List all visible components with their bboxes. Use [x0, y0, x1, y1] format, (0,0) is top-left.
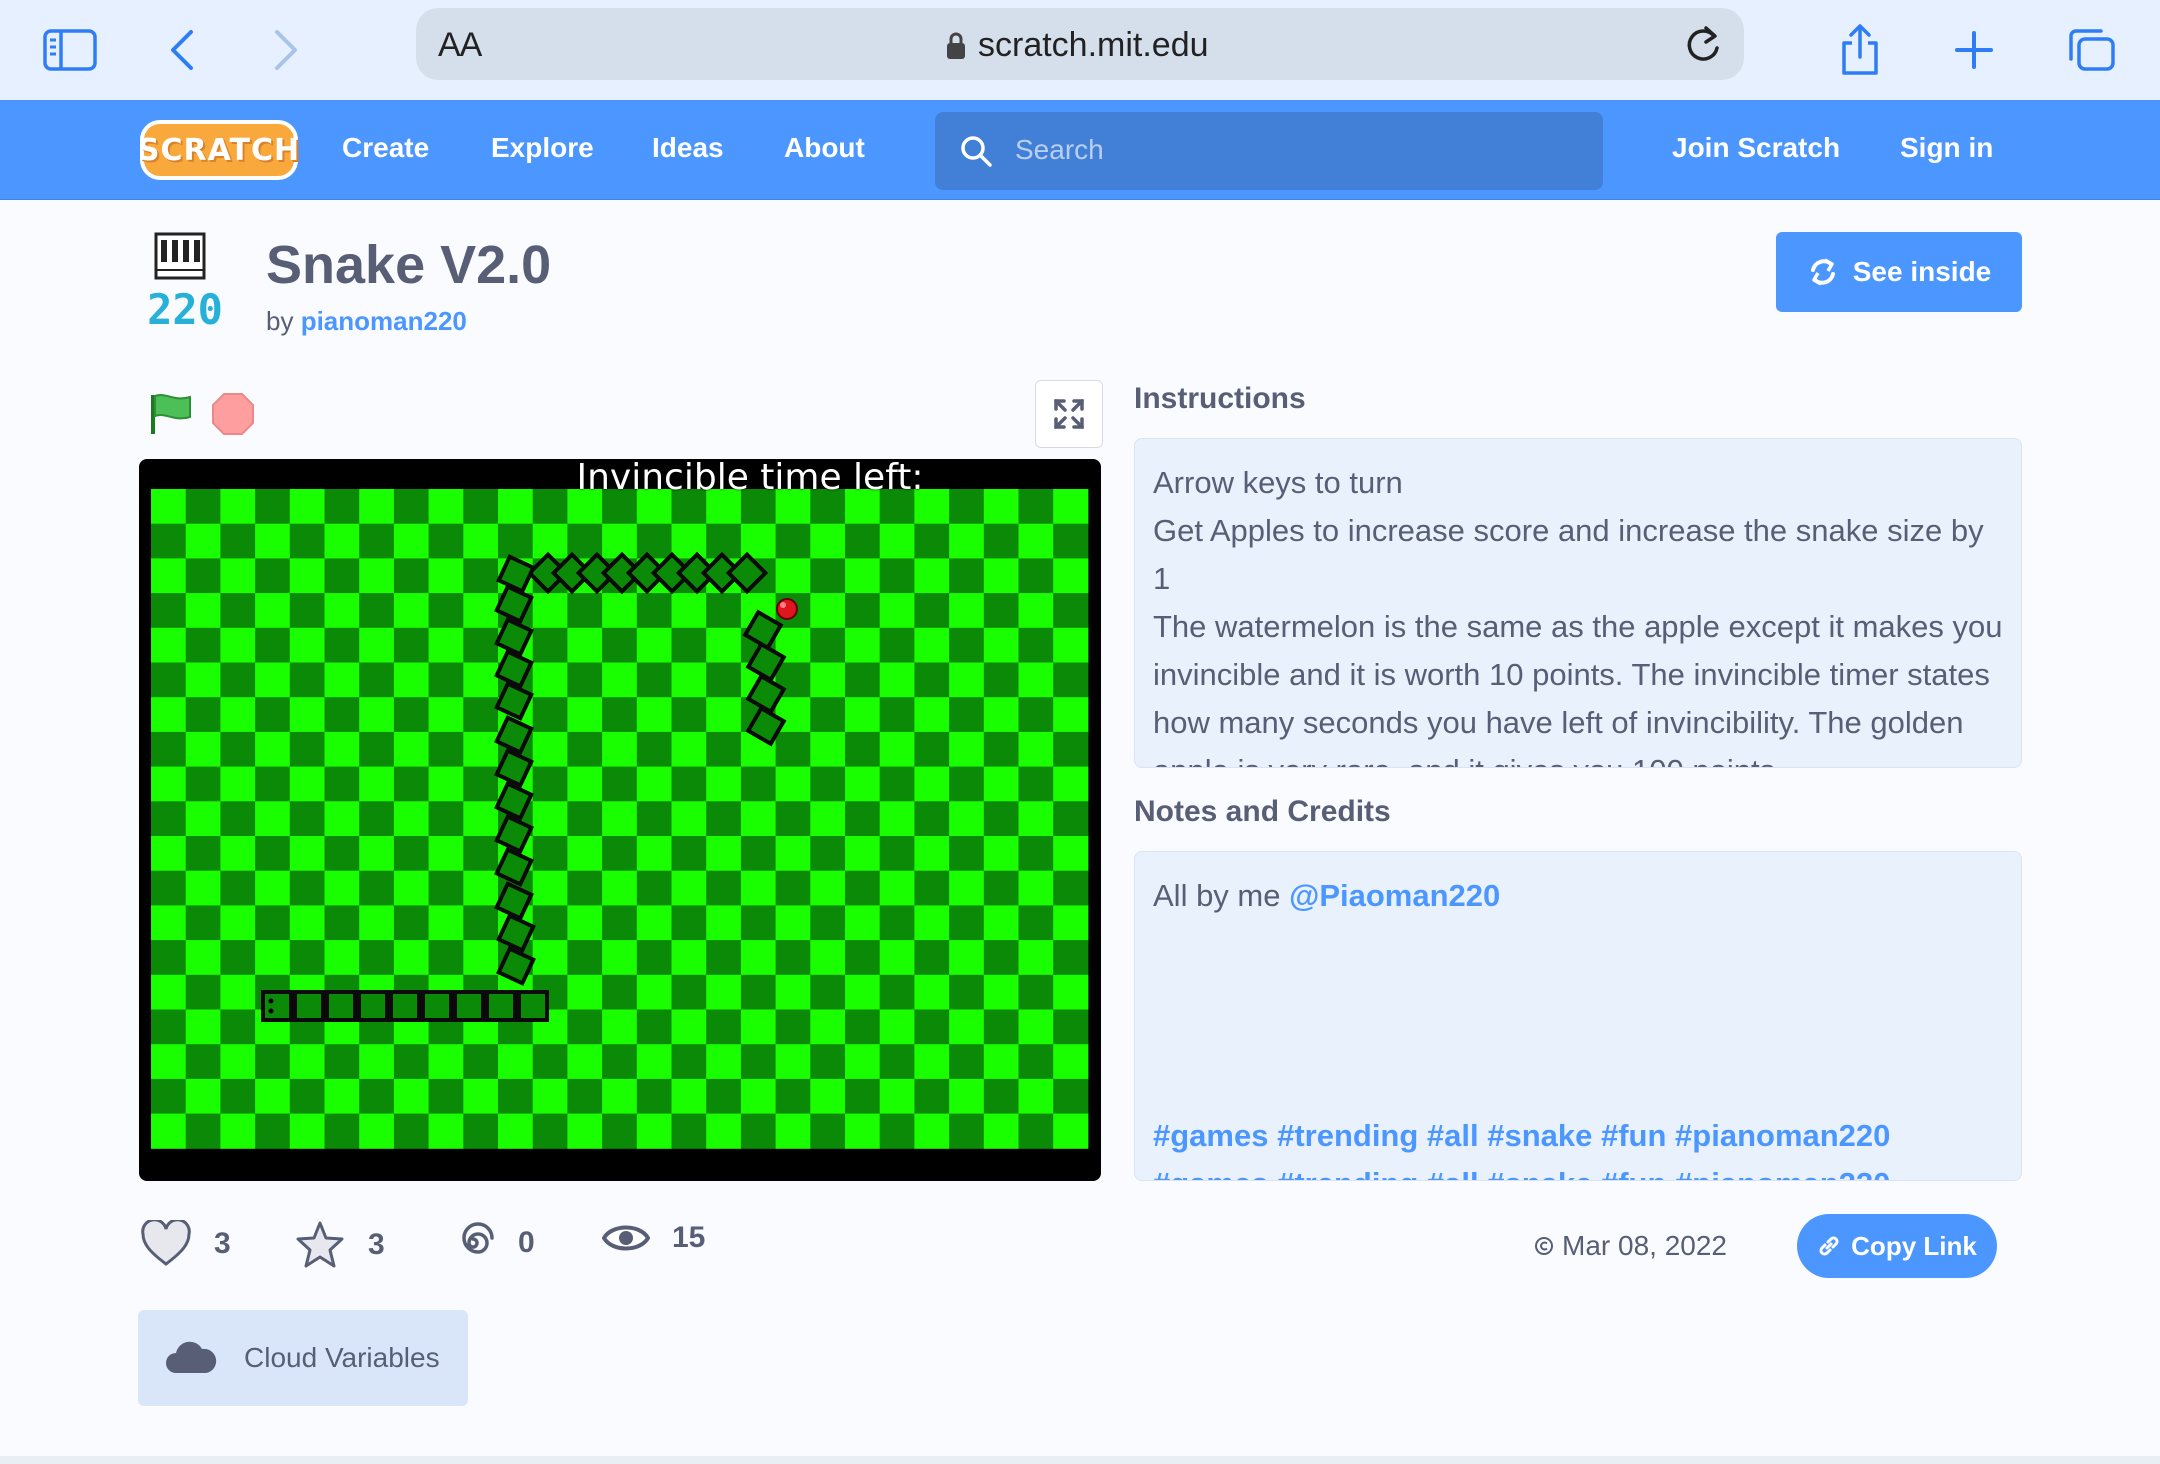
sign-in-link[interactable]: Sign in	[1900, 132, 1993, 164]
nav-create[interactable]: Create	[342, 132, 429, 164]
cloud-icon	[166, 1341, 217, 1373]
reload-icon[interactable]	[1684, 24, 1722, 64]
url-host: scratch.mit.edu	[946, 26, 1209, 65]
avatar-number: 220	[147, 285, 223, 332]
back-icon[interactable]	[150, 18, 214, 82]
nav-about[interactable]: About	[784, 132, 865, 164]
notes-text: All by me @Piaoman220	[1153, 878, 1501, 913]
instructions-heading: Instructions	[1134, 382, 1306, 415]
scratch-logo[interactable]: SCRATCH	[138, 120, 299, 180]
copy-link-button[interactable]: Copy Link	[1797, 1214, 1997, 1278]
notes-heading: Notes and Credits	[1134, 795, 1391, 828]
project-title: Snake V2.0	[266, 235, 552, 295]
instructions-box: Arrow keys to turn Get Apples to increas…	[1134, 438, 2022, 768]
snake-segment	[517, 990, 549, 1022]
sidebar-toggle-icon[interactable]	[38, 18, 102, 82]
snake-board	[151, 489, 1089, 1149]
link-icon	[1819, 1236, 1839, 1256]
shared-date: Mar 08, 2022	[1534, 1230, 1727, 1262]
snake-segment	[357, 990, 389, 1022]
snake-segment	[421, 990, 453, 1022]
snake-segment	[389, 990, 421, 1022]
apple	[776, 598, 798, 620]
snake-eye	[268, 998, 274, 1004]
remix-icon	[462, 1222, 494, 1254]
join-scratch-link[interactable]: Join Scratch	[1672, 132, 1840, 164]
text-size-button[interactable]: AA	[438, 26, 482, 65]
cloud-variables-label: Cloud Variables	[244, 1342, 440, 1373]
see-inside-button[interactable]: See inside	[1776, 232, 2022, 312]
loves-stat[interactable]: 3	[140, 1220, 231, 1268]
views-stat: 15	[602, 1220, 705, 1256]
snake-segment	[453, 990, 485, 1022]
stop-icon[interactable]	[212, 393, 254, 435]
apple-shine	[780, 602, 786, 608]
author-avatar[interactable]: 220	[136, 232, 234, 334]
remix-arrows-icon	[1810, 258, 1835, 286]
notes-box: All by me @Piaoman220 #games #trending #…	[1134, 851, 2022, 1181]
author-link[interactable]: pianoman220	[301, 306, 467, 336]
project-stage[interactable]: Invincible time left:	[139, 459, 1101, 1181]
scratch-navbar: SCRATCH Create Explore Ideas About Searc…	[0, 100, 2160, 200]
copyright-icon	[1535, 1237, 1553, 1255]
fullscreen-icon	[1054, 399, 1084, 429]
instruction-line: The watermelon is the same as the apple …	[1153, 609, 2003, 767]
nav-ideas[interactable]: Ideas	[652, 132, 724, 164]
lock-icon	[947, 32, 965, 59]
browser-toolbar: AA scratch.mit.edu	[0, 0, 2160, 100]
address-bar[interactable]: AA scratch.mit.edu	[416, 8, 1744, 80]
fullscreen-button[interactable]	[1035, 380, 1103, 448]
snake-segment	[485, 990, 517, 1022]
project-byline: by pianoman220	[266, 306, 467, 337]
views-count: 15	[672, 1221, 706, 1254]
search-input[interactable]: Search	[935, 112, 1603, 190]
nav-explore[interactable]: Explore	[491, 132, 594, 164]
share-icon[interactable]	[1828, 18, 1892, 82]
forward-icon[interactable]	[254, 18, 318, 82]
instruction-line: Get Apples to increase score and increas…	[1153, 513, 1984, 596]
remixes-stat[interactable]: 0	[450, 1220, 535, 1266]
snake-eye	[268, 1008, 274, 1014]
by-label: by	[266, 306, 294, 336]
hashtags[interactable]: #games #trending #all #snake #fun #piano…	[1153, 1112, 2003, 1160]
eye-icon	[602, 1225, 650, 1251]
page-footer-edge	[0, 1456, 2160, 1464]
hashtags-repeat[interactable]: #games #trending #all #snake #fun #piano…	[1153, 1160, 2003, 1180]
invincible-timer-label: Invincible time left:	[576, 459, 924, 498]
heart-icon	[141, 1220, 191, 1266]
loves-count: 3	[214, 1227, 231, 1260]
snake-head	[261, 990, 293, 1022]
favorites-stat[interactable]: 3	[294, 1220, 385, 1270]
mention-link[interactable]: @Piaoman220	[1289, 878, 1500, 913]
search-icon	[959, 134, 993, 173]
new-tab-icon[interactable]	[1942, 18, 2006, 82]
star-icon	[296, 1221, 344, 1268]
url-text: scratch.mit.edu	[978, 26, 1209, 64]
favorites-count: 3	[368, 1228, 385, 1261]
instruction-line: Arrow keys to turn	[1153, 465, 1403, 500]
green-flag-icon[interactable]	[148, 392, 194, 441]
snake-segment	[293, 990, 325, 1022]
remixes-count: 0	[518, 1226, 535, 1259]
snake-segment	[325, 990, 357, 1022]
tabs-overview-icon[interactable]	[2060, 18, 2124, 82]
cloud-variables-button[interactable]: Cloud Variables	[138, 1310, 468, 1406]
see-inside-label: See inside	[1852, 256, 1992, 287]
search-placeholder: Search	[1015, 134, 1104, 165]
